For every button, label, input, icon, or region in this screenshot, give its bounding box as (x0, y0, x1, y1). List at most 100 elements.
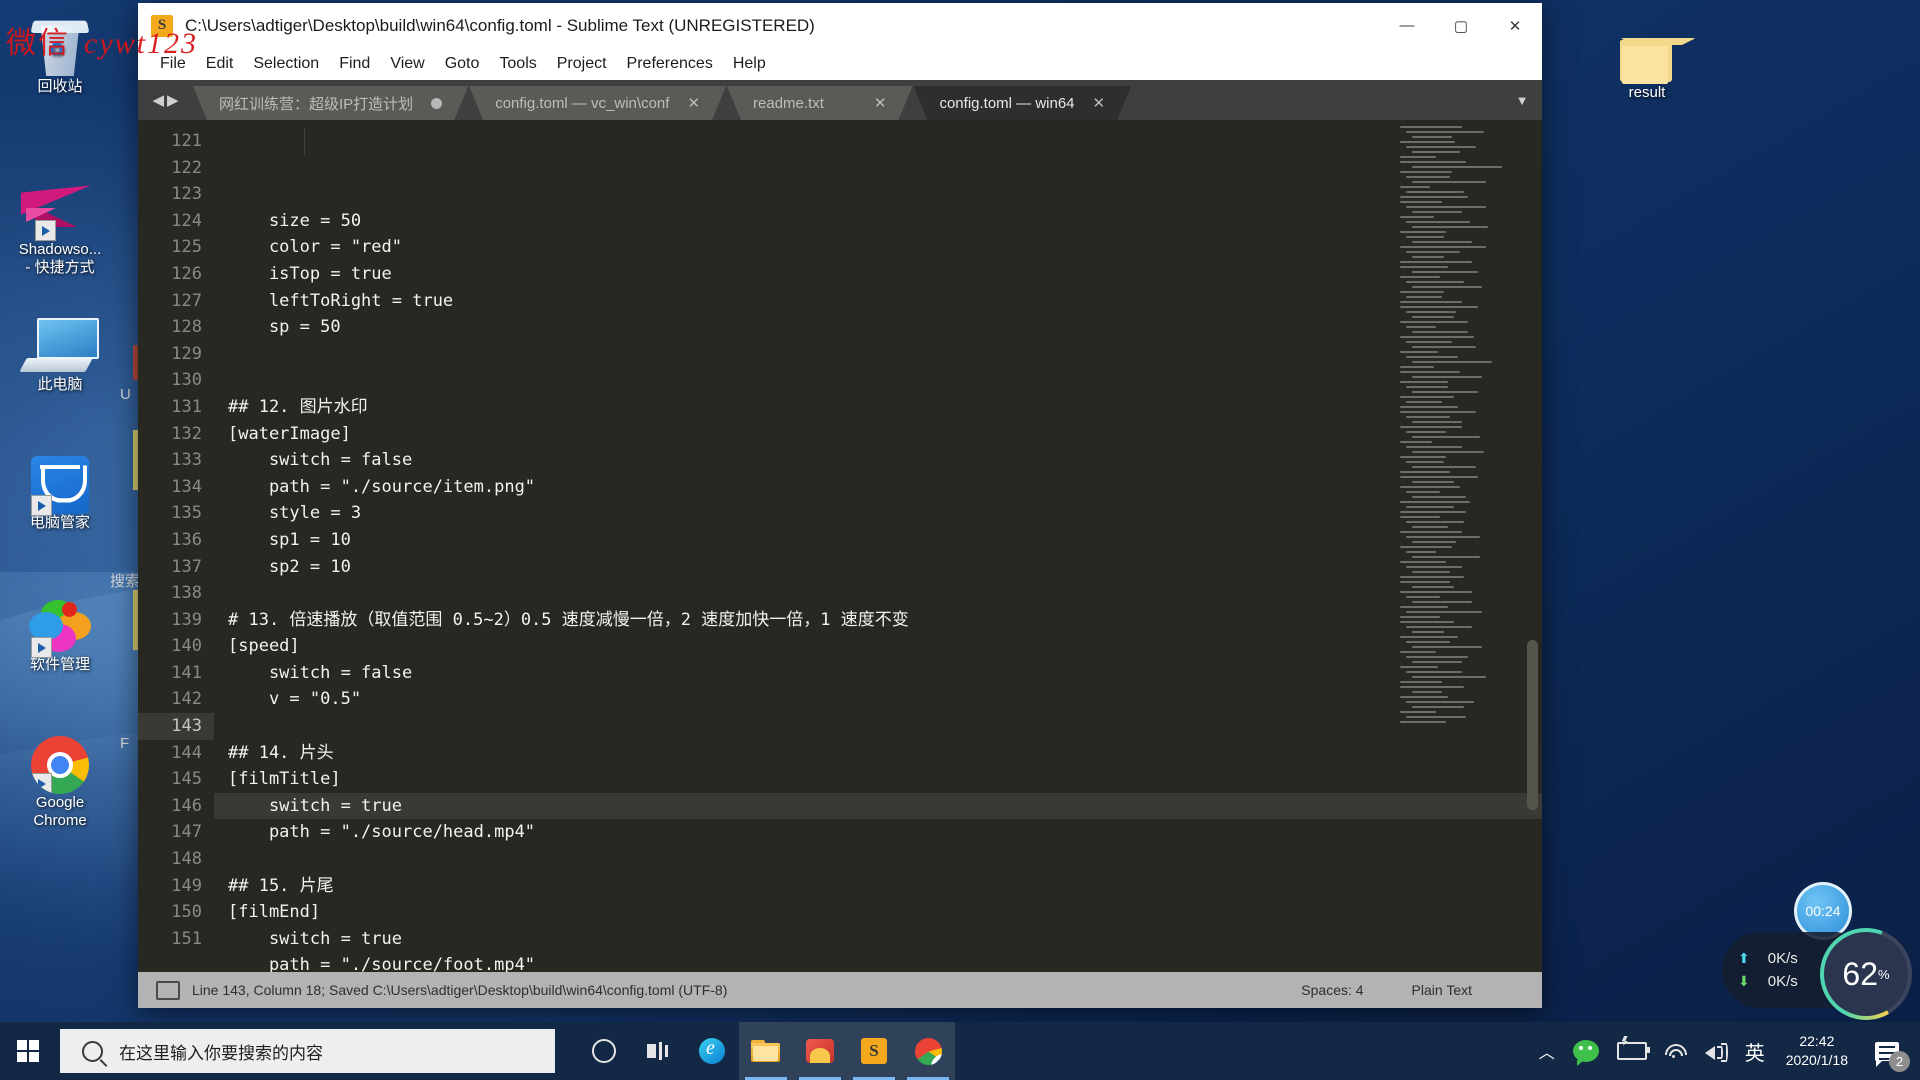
status-syntax[interactable]: Plain Text (1412, 982, 1542, 998)
taskbar-edge-button[interactable] (685, 1022, 739, 1080)
taskbar-photo-app-button[interactable] (793, 1022, 847, 1080)
code-line[interactable]: isTop = true (228, 261, 1542, 288)
code-line[interactable] (228, 341, 1542, 368)
tab-close-icon[interactable]: ✕ (874, 94, 887, 112)
taskbar-sublime-text-button[interactable]: S (847, 1022, 901, 1080)
code-editor[interactable]: 121 122 123 124 125 126 127 128 129 130 131 132 133 1… (138, 120, 1542, 972)
sublime-text-window: S C:\Users\adtiger\Desktop\build\win64\c… (138, 3, 1542, 1008)
code-line[interactable]: sp2 = 10 (228, 554, 1542, 581)
desktop-icon-google-chrome[interactable]: Google Chrome (6, 728, 114, 830)
minimap-line (1412, 541, 1456, 543)
status-bar: Line 143, Column 18; Saved C:\Users\adti… (138, 972, 1542, 1008)
minimap-line (1400, 231, 1446, 233)
minimize-button[interactable]: — (1380, 3, 1434, 48)
close-button[interactable]: ✕ (1488, 3, 1542, 48)
code-line[interactable]: switch = true (228, 926, 1542, 953)
tab-nav-left-icon[interactable]: ◀ (152, 91, 164, 109)
code-line[interactable]: # 13. 倍速播放（取值范围 0.5~2）0.5 速度减慢一倍，2 速度加快一… (228, 607, 1542, 634)
desktop-icon-this-pc[interactable]: 此电脑 (6, 310, 114, 394)
tray-wechat-button[interactable] (1564, 1022, 1608, 1080)
tray-battery-button[interactable] (1608, 1022, 1656, 1080)
code-line[interactable]: path = "./source/foot.mp4" (228, 952, 1542, 972)
status-indent[interactable]: Spaces: 4 (1301, 982, 1411, 998)
menu-item-edit[interactable]: Edit (196, 52, 244, 76)
console-toggle-icon[interactable] (156, 980, 180, 1000)
desktop-icon-label: 软件管理 (29, 656, 90, 673)
menu-item-project[interactable]: Project (547, 52, 617, 76)
code-line[interactable]: switch = true (214, 792, 1542, 820)
start-button[interactable] (0, 1022, 56, 1080)
code-line[interactable] (228, 846, 1542, 873)
menu-bar: File Edit Selection Find View Goto Tools… (138, 48, 1542, 80)
code-line[interactable]: [filmEnd] (228, 899, 1542, 926)
minimap[interactable] (1400, 126, 1520, 723)
folder-icon (1593, 18, 1701, 84)
tab-nav-right-icon[interactable]: ▶ (167, 91, 179, 109)
code-line[interactable]: size = 50 (228, 208, 1542, 235)
tab-config-toml-win64[interactable]: config.toml — win64 ✕ (913, 86, 1131, 120)
code-line[interactable]: leftToRight = true (228, 288, 1542, 315)
code-line[interactable]: switch = false (228, 660, 1542, 687)
code-line[interactable]: [filmTitle] (228, 766, 1542, 793)
performance-widget[interactable]: 00:24 ⬆ 0K/s ⬇ 0K/s 62% (1722, 882, 1912, 1016)
desktop-icon-software-manager[interactable]: 软件管理 (6, 590, 114, 674)
tab-close-icon[interactable]: ✕ (1093, 94, 1106, 112)
code-line[interactable]: [waterImage] (228, 421, 1542, 448)
code-line[interactable]: path = "./source/item.png" (228, 474, 1542, 501)
code-line[interactable]: sp = 50 (228, 314, 1542, 341)
tray-ime-indicator[interactable]: 英 (1736, 1022, 1774, 1080)
vertical-scrollbar[interactable] (1527, 640, 1538, 810)
code-text-area[interactable]: size = 50 color = "red" isTop = true lef… (214, 120, 1542, 972)
tab-config-toml-vcwin[interactable]: config.toml — vc_win\conf ✕ (469, 86, 726, 120)
status-message: Line 143, Column 18; Saved C:\Users\adti… (192, 982, 728, 998)
code-line[interactable]: ## 12. 图片水印 (228, 394, 1542, 421)
desktop-icon-pc-manager[interactable]: 电脑管家 (6, 448, 114, 532)
tab-navigation[interactable]: ◀ ▶ (138, 80, 193, 120)
tray-volume-button[interactable] (1696, 1022, 1736, 1080)
minimap-line (1406, 356, 1458, 358)
menu-item-help[interactable]: Help (723, 52, 776, 76)
minimap-line (1400, 171, 1452, 173)
code-line[interactable]: style = 3 (228, 500, 1542, 527)
code-line[interactable] (228, 367, 1542, 394)
taskbar-file-explorer-button[interactable] (739, 1022, 793, 1080)
tab-overflow-menu-icon[interactable]: ▼ (1502, 80, 1542, 120)
minimap-line (1406, 611, 1482, 613)
taskbar-search-box[interactable]: 在这里输入你要搜索的内容 (60, 1029, 555, 1073)
tray-chevron-icon[interactable]: ︿ (1530, 1022, 1564, 1080)
code-line[interactable]: color = "red" (228, 234, 1542, 261)
tab-wanghong-training[interactable]: 网红训练营：超级IP打造计划 (193, 86, 468, 120)
menu-item-find[interactable]: Find (329, 52, 380, 76)
cpu-usage-gauge[interactable]: 62% (1820, 928, 1912, 1020)
menu-item-view[interactable]: View (380, 52, 434, 76)
taskbar-chrome-button[interactable] (901, 1022, 955, 1080)
code-line[interactable]: ## 14. 片头 (228, 740, 1542, 767)
tab-readme-txt[interactable]: readme.txt ✕ (727, 86, 912, 120)
code-line[interactable]: sp1 = 10 (228, 527, 1542, 554)
desktop-icon-result-folder[interactable]: result (1593, 18, 1701, 102)
taskbar-task-view-button[interactable] (631, 1022, 685, 1080)
code-line[interactable] (228, 580, 1542, 607)
minimap-line (1400, 476, 1478, 478)
menu-item-goto[interactable]: Goto (435, 52, 490, 76)
menu-item-tools[interactable]: Tools (489, 52, 546, 76)
taskbar-cortana-button[interactable] (577, 1022, 631, 1080)
code-line[interactable]: ## 15. 片尾 (228, 873, 1542, 900)
line-number: 132 (171, 423, 202, 444)
minimap-line (1412, 211, 1462, 213)
maximize-button[interactable]: ▢ (1434, 3, 1488, 48)
notification-center-button[interactable]: 2 (1860, 1022, 1914, 1080)
tab-close-icon[interactable]: ✕ (687, 94, 700, 112)
code-line[interactable]: path = "./source/head.mp4" (228, 819, 1542, 846)
desktop-icon-shadowsocks[interactable]: Shadowso... - 快捷方式 (2, 175, 118, 277)
code-line[interactable]: switch = false (228, 447, 1542, 474)
code-line[interactable]: [speed] (228, 633, 1542, 660)
minimap-line (1400, 161, 1466, 163)
taskbar-clock[interactable]: 22:42 2020/1/18 (1774, 1032, 1860, 1070)
menu-item-selection[interactable]: Selection (243, 52, 329, 76)
code-line[interactable] (228, 713, 1542, 740)
minimap-line (1400, 516, 1440, 518)
code-line[interactable]: v = "0.5" (228, 686, 1542, 713)
menu-item-preferences[interactable]: Preferences (617, 52, 723, 76)
tray-network-button[interactable] (1656, 1022, 1696, 1080)
